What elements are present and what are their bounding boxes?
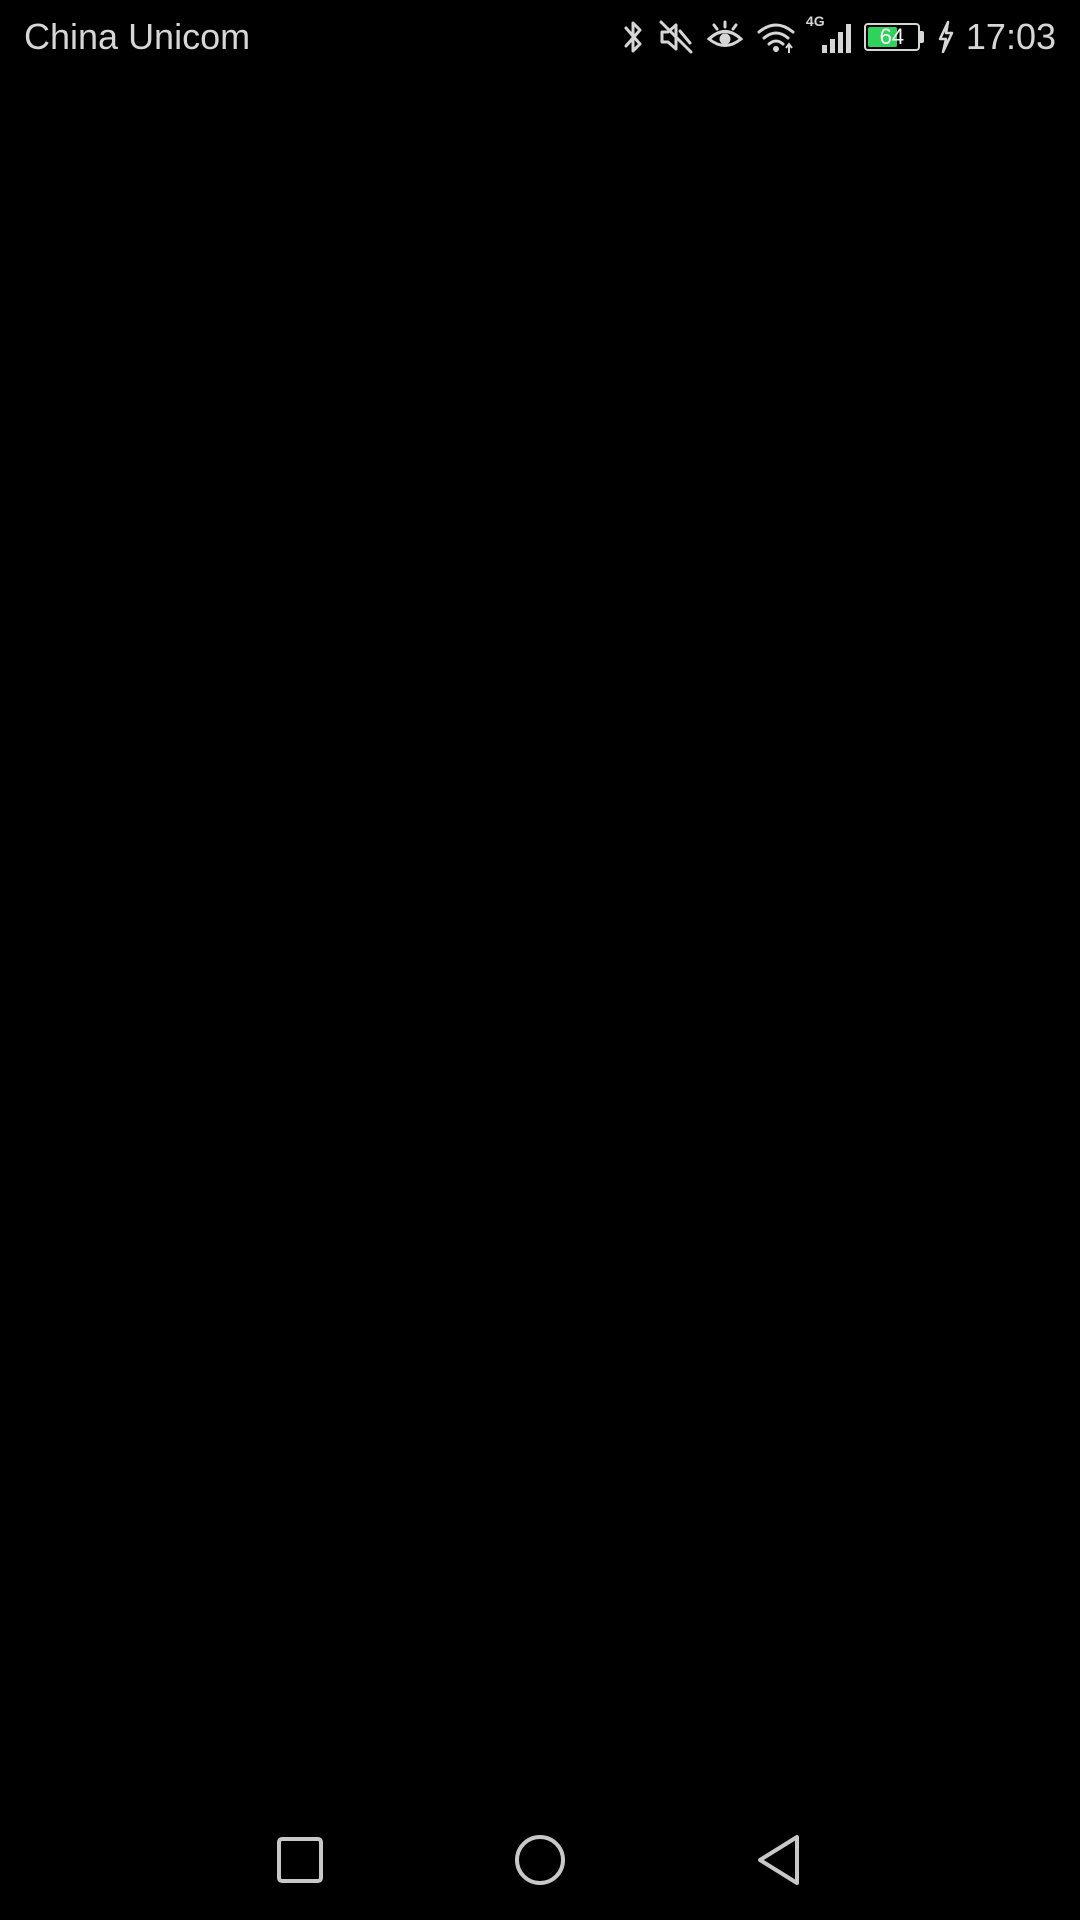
back-button[interactable] bbox=[750, 1830, 810, 1890]
navigation-bar bbox=[0, 1800, 1080, 1920]
wifi-icon bbox=[756, 20, 796, 54]
home-button[interactable] bbox=[510, 1830, 570, 1890]
clock: 17:03 bbox=[965, 16, 1056, 57]
signal-icon: 4G bbox=[806, 13, 852, 55]
battery-icon: 64 bbox=[863, 23, 920, 51]
mute-icon bbox=[658, 19, 694, 55]
blank-screen bbox=[0, 74, 1080, 1800]
battery-level: 64 bbox=[879, 24, 905, 49]
back-triangle-icon bbox=[758, 1835, 799, 1885]
bluetooth-icon bbox=[622, 18, 646, 56]
circle-icon bbox=[515, 1835, 565, 1885]
status-icons: 4G 64 17:03 bbox=[610, 13, 1056, 60]
eye-comfort-icon bbox=[706, 20, 744, 54]
square-icon bbox=[277, 1837, 323, 1883]
recent-apps-button[interactable] bbox=[270, 1830, 330, 1890]
status-bar: China Unicom 4G 64 17:03 bbox=[0, 0, 1080, 74]
charging-icon bbox=[936, 20, 956, 54]
network-type-label: 4G bbox=[805, 13, 825, 29]
carrier-name: China Unicom bbox=[24, 16, 251, 57]
battery-tip bbox=[919, 31, 924, 43]
